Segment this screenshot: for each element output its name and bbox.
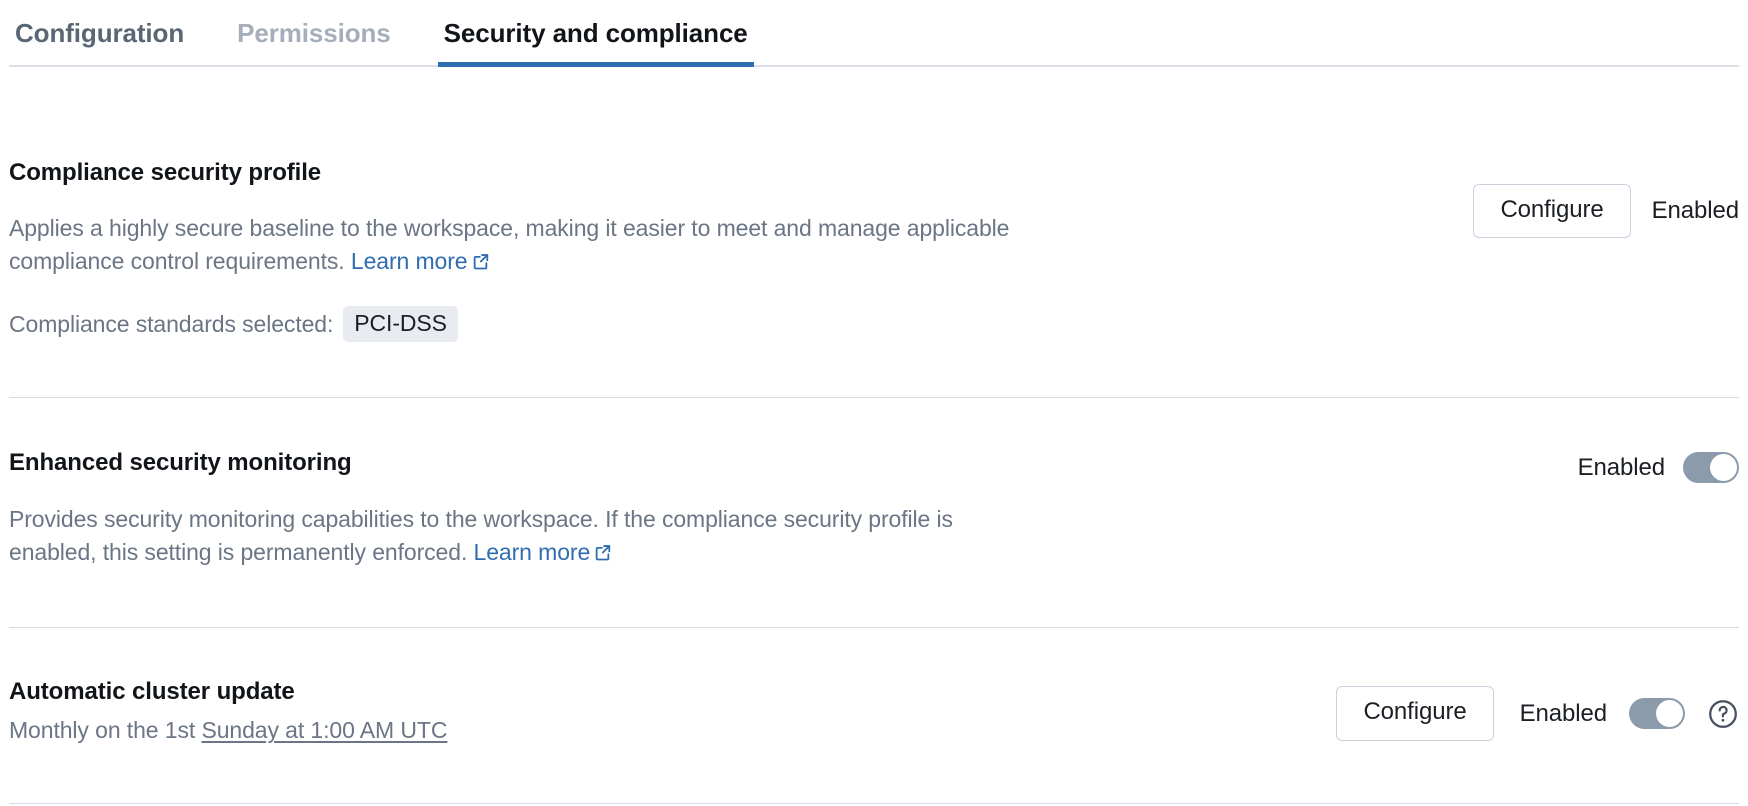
schedule-prefix: Monthly on the 1st (9, 717, 195, 743)
automatic-cluster-update-title: Automatic cluster update (9, 678, 1336, 706)
automatic-cluster-update-controls: Configure Enabled (1336, 678, 1739, 740)
tab-bar: Configuration Permissions Security and c… (0, 0, 1748, 67)
automatic-cluster-update-info: Automatic cluster update Monthly on the … (9, 678, 1336, 747)
automatic-cluster-update-toggle-group: Enabled (1520, 698, 1739, 730)
learn-more-label: Learn more (474, 539, 591, 565)
learn-more-label: Learn more (351, 248, 468, 274)
tab-security-and-compliance[interactable]: Security and compliance (438, 0, 754, 67)
settings-content: Compliance security profile Applies a hi… (0, 67, 1748, 804)
enhanced-monitoring-description: Provides security monitoring capabilitie… (9, 503, 994, 571)
enhanced-monitoring-controls: Enabled (1578, 449, 1739, 483)
compliance-standard-chip-pci-dss: PCI-DSS (343, 306, 458, 342)
section-automatic-cluster-update: Automatic cluster update Monthly on the … (0, 628, 1748, 802)
compliance-profile-controls: Configure Enabled (1473, 184, 1739, 238)
automatic-cluster-update-toggle[interactable] (1629, 698, 1685, 729)
compliance-profile-status: Enabled (1652, 197, 1739, 225)
compliance-profile-info: Compliance security profile Applies a hi… (9, 159, 1473, 342)
enhanced-monitoring-info: Enhanced security monitoring Provides se… (9, 449, 1578, 571)
enhanced-monitoring-toggle[interactable] (1683, 452, 1739, 483)
tab-permissions[interactable]: Permissions (231, 0, 397, 67)
automatic-cluster-update-status: Enabled (1520, 700, 1607, 728)
enhanced-monitoring-learn-more-link[interactable]: Learn more (474, 539, 614, 565)
compliance-standards-label: Compliance standards selected: (9, 311, 333, 338)
enhanced-monitoring-title: Enhanced security monitoring (9, 449, 1578, 477)
tab-configuration[interactable]: Configuration (9, 0, 190, 67)
security-and-compliance-page: Configuration Permissions Security and c… (0, 0, 1748, 806)
compliance-profile-learn-more-link[interactable]: Learn more (351, 248, 491, 274)
toggle-knob (1710, 454, 1737, 481)
enhanced-monitoring-status: Enabled (1578, 454, 1665, 482)
schedule-link[interactable]: Sunday at 1:00 AM UTC (201, 717, 447, 743)
compliance-profile-configure-button[interactable]: Configure (1473, 184, 1630, 238)
external-link-icon (472, 247, 491, 280)
compliance-profile-description-text: Applies a highly secure baseline to the … (9, 215, 1009, 274)
external-link-icon (594, 538, 613, 571)
section-enhanced-security-monitoring: Enhanced security monitoring Provides se… (0, 398, 1748, 627)
help-circle-icon[interactable] (1707, 698, 1739, 730)
compliance-standards-row: Compliance standards selected: PCI-DSS (9, 306, 1473, 342)
automatic-cluster-update-schedule: Monthly on the 1st Sunday at 1:00 AM UTC (9, 714, 1336, 747)
section-compliance-security-profile: Compliance security profile Applies a hi… (0, 67, 1748, 342)
compliance-profile-description: Applies a highly secure baseline to the … (9, 212, 1019, 280)
compliance-profile-title: Compliance security profile (9, 159, 1473, 187)
automatic-cluster-update-configure-button[interactable]: Configure (1336, 686, 1493, 740)
toggle-knob (1656, 700, 1683, 727)
divider-3 (9, 803, 1739, 804)
